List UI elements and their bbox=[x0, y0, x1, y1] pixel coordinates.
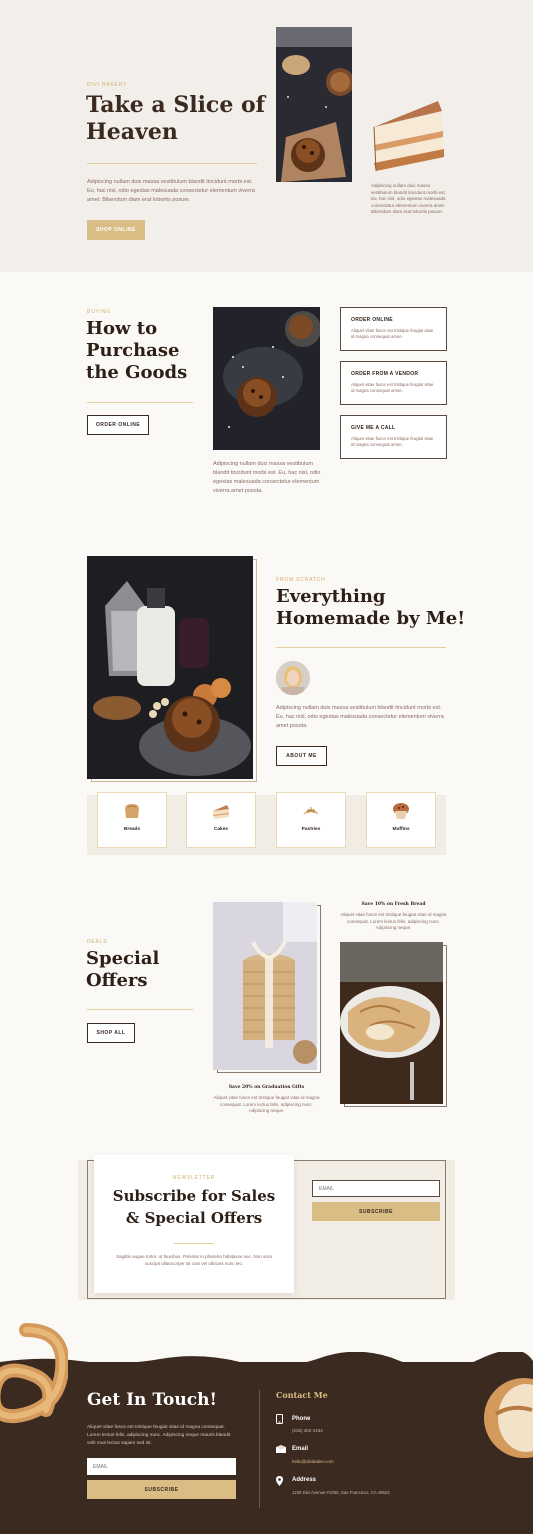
newsletter-eyebrow: NEWSLETTER bbox=[172, 1175, 216, 1181]
newsletter-title: Subscribe for Sales & Special Offers bbox=[94, 1185, 294, 1229]
hero-eyebrow: DIVI BAKERY bbox=[87, 82, 128, 88]
offers-title: Special Offers bbox=[86, 948, 159, 992]
muffin-icon bbox=[393, 803, 409, 819]
baking-ingredients-photo bbox=[87, 556, 253, 779]
category-label-breads: Breads bbox=[123, 827, 141, 832]
newsletter-text: Sagittis augue tortor, ut faucibus. Pulv… bbox=[116, 1254, 272, 1266]
pretzel-illustration bbox=[0, 1323, 68, 1424]
category-label-muffins: Muffins bbox=[392, 827, 410, 832]
category-card-breads[interactable]: Breads bbox=[97, 792, 167, 848]
purchase-divider bbox=[87, 402, 193, 403]
cake-slice-illustration bbox=[368, 97, 448, 177]
muffin-flour-photo bbox=[213, 307, 320, 450]
newsletter-section: NEWSLETTER Subscribe for Sales & Special… bbox=[0, 1152, 533, 1312]
category-card-cakes[interactable]: Cakes bbox=[186, 792, 256, 848]
email-icon bbox=[276, 1445, 286, 1453]
hero-section: DIVI BAKERY Take a Slice of Heaven Adipi… bbox=[0, 0, 533, 272]
order-from-vendor-card-text: Aliquet vitae fusce est tristique feugia… bbox=[351, 382, 434, 393]
newsletter-title-line1: Subscribe for Sales bbox=[112, 1187, 276, 1205]
sandwich-illustration bbox=[484, 1378, 533, 1458]
phone-label: Phone bbox=[292, 1416, 311, 1422]
homemade-title: Everything Homemade by Me! bbox=[276, 586, 465, 630]
footer-section: Get In Touch! Aliquet vitae fusce est tr… bbox=[0, 1312, 533, 1534]
order-online-card[interactable]: ORDER ONLINE Aliquet vitae fusce est tri… bbox=[340, 307, 447, 351]
give-me-a-call-card-title: GIVE ME A CALL bbox=[351, 425, 396, 431]
phone-value: (235) 462-4434 bbox=[292, 1428, 323, 1433]
homemade-title-line1: Everything bbox=[276, 586, 386, 607]
footer-subscribe-button[interactable]: SUBSCRIBE bbox=[87, 1480, 236, 1499]
footer-title: Get In Touch! bbox=[87, 1390, 217, 1410]
footer-email-input[interactable] bbox=[87, 1458, 236, 1475]
offer1-title: Save 20% on Graduation Gifts bbox=[228, 1085, 305, 1090]
purchase-title-line3: the Goods bbox=[86, 362, 188, 383]
cake-icon bbox=[213, 805, 229, 819]
category-card-muffins[interactable]: Muffins bbox=[366, 792, 436, 848]
offers-title-line2: Offers bbox=[86, 970, 148, 991]
address-value: 1235 Divi Avenue #1000, San Francisco, C… bbox=[292, 1490, 390, 1495]
hero-text: Adipiscing nullam duis massa vestibulum … bbox=[87, 179, 255, 203]
contact-heading: Contact Me bbox=[276, 1390, 328, 1400]
purchase-section: BUYING How to Purchase the Goods ORDER O… bbox=[0, 272, 533, 542]
phone-icon bbox=[276, 1414, 283, 1424]
newsletter-title-line2: & Special Offers bbox=[125, 1209, 263, 1227]
order-online-button[interactable]: ORDER ONLINE bbox=[87, 415, 149, 435]
give-me-a-call-card-text: Aliquet vitae fusce est tristique feugia… bbox=[351, 436, 434, 447]
hero-title-line2: Heaven bbox=[86, 119, 178, 145]
hero-title-line1: Take a Slice of bbox=[86, 92, 266, 118]
cookies-photo[interactable] bbox=[213, 902, 317, 1070]
newsletter-divider bbox=[174, 1243, 214, 1244]
offers-eyebrow: DEALS bbox=[87, 939, 108, 945]
newsletter-email-input[interactable] bbox=[312, 1180, 440, 1197]
croissant-icon bbox=[303, 807, 319, 815]
baker-avatar bbox=[276, 661, 310, 695]
homemade-section: FROM SCRATCH Everything Homemade by Me! … bbox=[0, 542, 533, 862]
homemade-eyebrow: FROM SCRATCH bbox=[276, 577, 326, 583]
homemade-divider bbox=[276, 647, 446, 648]
purchase-eyebrow: BUYING bbox=[87, 309, 111, 315]
purchase-text: Adipiscing nullam duis massa vestibulum … bbox=[213, 461, 321, 494]
bread-photo[interactable] bbox=[340, 942, 443, 1104]
homemade-title-line2: Homemade by Me! bbox=[276, 608, 466, 629]
offers-title-line1: Special bbox=[86, 948, 160, 969]
order-online-card-title: ORDER ONLINE bbox=[351, 317, 393, 323]
purchase-title-line2: Purchase bbox=[86, 340, 180, 361]
offers-divider bbox=[87, 1009, 193, 1010]
hero-muffin-photo bbox=[276, 27, 352, 182]
about-me-button[interactable]: ABOUT ME bbox=[276, 746, 327, 766]
offer1-text: Aliquet vitae fusce est tristique feugia… bbox=[213, 1095, 320, 1113]
newsletter-subscribe-button[interactable]: SUBSCRIBE bbox=[312, 1202, 440, 1221]
purchase-title: How to Purchase the Goods bbox=[86, 318, 187, 384]
homemade-text: Adipiscing nullam duis massa vestibulum … bbox=[276, 705, 444, 729]
shop-online-button[interactable]: SHOP ONLINE bbox=[87, 220, 145, 240]
category-label-pastries: Pastries bbox=[301, 827, 321, 832]
order-from-vendor-card-title: ORDER FROM A VENDOR bbox=[351, 371, 419, 377]
purchase-title-line1: How to bbox=[86, 318, 158, 339]
bread-icon bbox=[125, 804, 139, 818]
order-from-vendor-card[interactable]: ORDER FROM A VENDOR Aliquet vitae fusce … bbox=[340, 361, 447, 405]
newsletter-card: NEWSLETTER Subscribe for Sales & Special… bbox=[94, 1155, 294, 1293]
offer2-title: Save 10% on Fresh Bread bbox=[361, 902, 426, 907]
hero-side-text: Adipiscing nullam duis massa vestibulum … bbox=[371, 183, 447, 214]
shop-all-button[interactable]: SHOP ALL bbox=[87, 1023, 135, 1043]
give-me-a-call-card[interactable]: GIVE ME A CALL Aliquet vitae fusce est t… bbox=[340, 415, 447, 459]
order-online-card-text: Aliquet vitae fusce est tristique feugia… bbox=[351, 328, 434, 339]
offers-section: DEALS Special Offers SHOP ALL Save 20% o… bbox=[0, 862, 533, 1152]
footer-background bbox=[0, 1362, 533, 1534]
hero-divider bbox=[87, 163, 257, 164]
address-label: Address bbox=[292, 1477, 317, 1483]
hero-title: Take a Slice of Heaven bbox=[86, 92, 265, 146]
email-value[interactable]: hello@divibaker.com bbox=[292, 1459, 334, 1464]
footer-vertical-divider bbox=[259, 1390, 260, 1508]
offer2-text: Aliquet vitae fusce est tristique feugia… bbox=[340, 912, 447, 930]
email-label: Email bbox=[292, 1446, 309, 1452]
footer-text: Aliquet vitae fusce est tristique feugia… bbox=[87, 1425, 231, 1446]
location-pin-icon bbox=[276, 1476, 283, 1486]
category-label-cakes: Cakes bbox=[213, 827, 229, 832]
category-card-pastries[interactable]: Pastries bbox=[276, 792, 346, 848]
